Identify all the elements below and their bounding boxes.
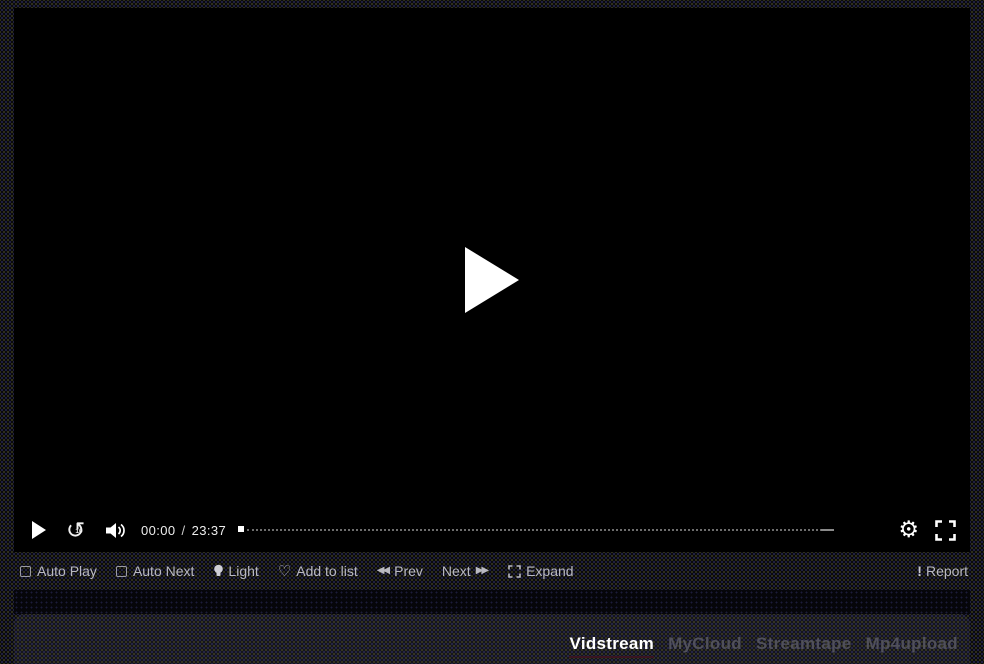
seek-bar[interactable] <box>238 526 882 534</box>
play-icon <box>32 521 46 539</box>
server-tab-mp4upload[interactable]: Mp4upload <box>866 634 958 654</box>
auto-play-label: Auto Play <box>37 563 97 579</box>
fullscreen-icon <box>935 520 956 541</box>
volume-button[interactable] <box>106 522 127 539</box>
light-label: Light <box>228 563 258 579</box>
duration: 23:37 <box>192 523 227 538</box>
add-to-list-button[interactable]: ♡ Add to list <box>278 563 358 579</box>
volume-icon <box>106 522 127 539</box>
server-tab-streamtape[interactable]: Streamtape <box>756 634 852 654</box>
prev-label: Prev <box>394 563 423 579</box>
seek-track-end <box>821 529 834 531</box>
play-button[interactable] <box>28 521 46 539</box>
auto-next-checkbox[interactable] <box>116 566 127 577</box>
time-display: 00:00 / 23:37 <box>141 523 226 538</box>
fullscreen-button[interactable] <box>935 520 956 541</box>
heart-icon: ♡ <box>278 564 291 579</box>
expand-button[interactable]: Expand <box>508 563 573 579</box>
rewind-amount-label: 10 <box>75 521 82 543</box>
player-toolbar: Auto Play Auto Next Light ♡ Add to list … <box>0 552 984 590</box>
auto-play-toggle[interactable]: Auto Play <box>20 563 97 579</box>
rewind-10-button[interactable]: ↺ 10 <box>66 519 90 541</box>
lightbulb-icon <box>213 564 224 579</box>
prev-episode-button[interactable]: ◀◀ Prev <box>377 563 423 579</box>
auto-next-toggle[interactable]: Auto Next <box>116 563 194 579</box>
server-selection-panel: Vidstream MyCloud Streamtape Mp4upload <box>14 614 970 664</box>
seek-track <box>247 529 822 531</box>
expand-label: Expand <box>526 563 573 579</box>
video-player[interactable]: ↺ 10 00:00 / 23:37 ⚙ <box>14 8 970 552</box>
gear-icon: ⚙ <box>898 519 919 541</box>
prev-arrows-icon: ◀◀ <box>377 566 388 576</box>
next-arrows-icon: ▶▶ <box>476 566 489 576</box>
content-gap <box>14 590 970 614</box>
server-tab-vidstream[interactable]: Vidstream <box>569 634 654 658</box>
page: { "player": { "controls": { "current_tim… <box>0 0 984 664</box>
next-episode-button[interactable]: Next ▶▶ <box>442 563 489 579</box>
current-time: 00:00 <box>141 523 176 538</box>
next-label: Next <box>442 563 471 579</box>
big-play-button[interactable] <box>465 247 519 313</box>
report-button[interactable]: ! Report <box>917 563 968 579</box>
time-separator: / <box>182 523 186 538</box>
auto-play-checkbox[interactable] <box>20 566 31 577</box>
expand-icon <box>508 565 521 578</box>
report-label: Report <box>926 563 968 579</box>
player-controls-bar: ↺ 10 00:00 / 23:37 ⚙ <box>14 508 970 552</box>
light-toggle[interactable]: Light <box>213 563 258 579</box>
settings-button[interactable]: ⚙ <box>898 519 919 541</box>
auto-next-label: Auto Next <box>133 563 194 579</box>
server-tab-mycloud[interactable]: MyCloud <box>668 634 742 654</box>
seek-thumb[interactable] <box>238 526 244 532</box>
report-icon: ! <box>917 563 922 579</box>
add-to-list-label: Add to list <box>296 563 357 579</box>
